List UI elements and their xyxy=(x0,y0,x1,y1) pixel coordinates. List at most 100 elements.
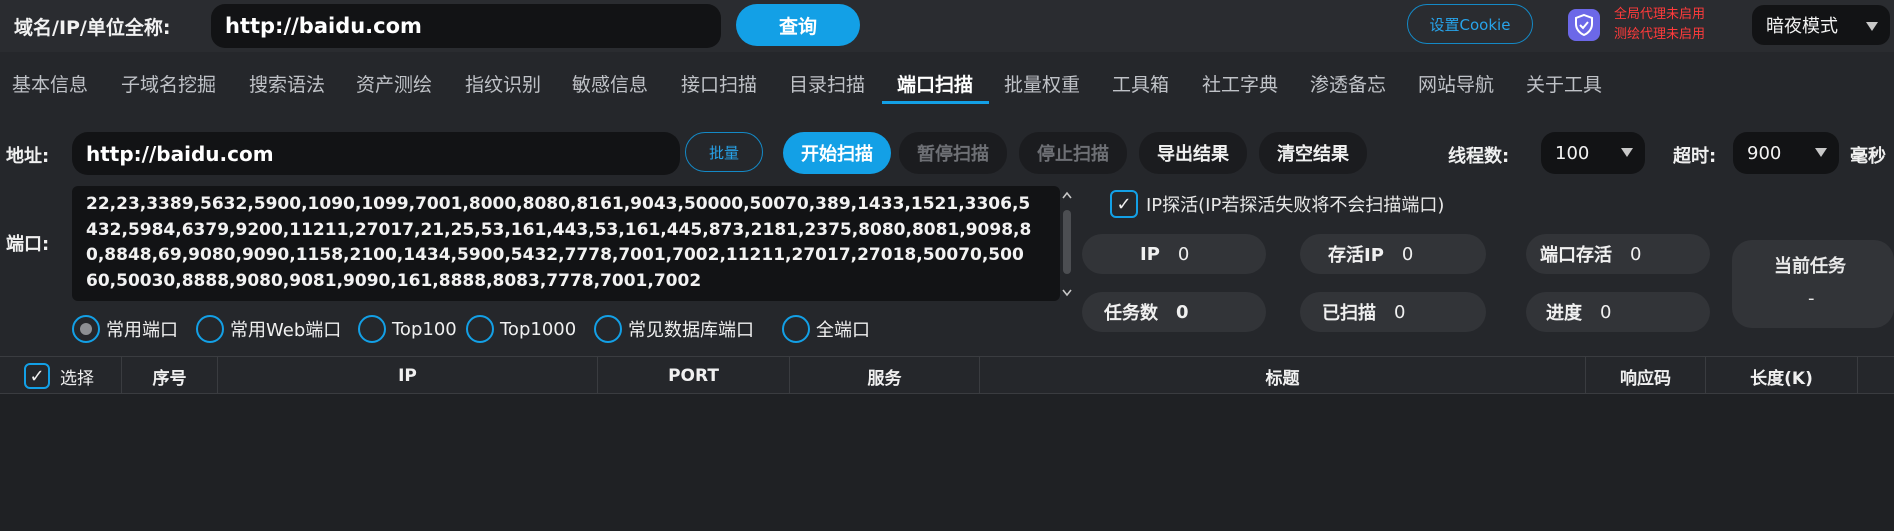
radio-label: 常用端口 xyxy=(106,320,178,341)
tab-subdomain[interactable]: 子域名挖掘 xyxy=(121,70,216,97)
tab-site-nav[interactable]: 网站导航 xyxy=(1418,70,1494,97)
pause-scan-button[interactable]: 暂停扫描 xyxy=(899,132,1007,174)
results-table-header: ✓ 选择 序号 IP PORT 服务 标题 响应码 长度(K) xyxy=(0,356,1894,395)
stat-scanned: 已扫描 0 xyxy=(1300,292,1486,332)
radio-all-ports[interactable]: 全端口 xyxy=(782,315,870,343)
stat-progress-value: 0 xyxy=(1600,301,1612,323)
tab-port-scan[interactable]: 端口扫描 xyxy=(897,70,973,97)
stat-alive-ip: 存活IP 0 xyxy=(1300,234,1486,274)
stat-port-alive: 端口存活 0 xyxy=(1526,234,1710,274)
radio-indicator xyxy=(72,315,100,343)
tab-sensitive-info[interactable]: 敏感信息 xyxy=(572,70,648,97)
threads-value: 100 xyxy=(1555,142,1590,164)
stat-tasks-value: 0 xyxy=(1176,301,1189,323)
stat-ip-value: 0 xyxy=(1177,243,1190,265)
radio-database-ports[interactable]: 常见数据库端口 xyxy=(594,315,754,343)
tab-bar: 基本信息 子域名挖掘 搜索语法 资产测绘 指纹识别 敏感信息 接口扫描 目录扫描… xyxy=(0,58,1894,104)
tab-social-dict[interactable]: 社工字典 xyxy=(1202,70,1278,97)
radio-indicator xyxy=(196,315,224,343)
radio-label: Top100 xyxy=(392,318,457,340)
stat-tasks-label: 任务数 xyxy=(1104,303,1158,324)
results-table-body xyxy=(0,394,1894,531)
ports-textarea[interactable]: 22,23,3389,5632,5900,1090,1099,7001,8000… xyxy=(72,186,1060,301)
stat-progress: 进度 0 xyxy=(1526,292,1710,332)
tab-toolbox[interactable]: 工具箱 xyxy=(1112,70,1169,97)
mapping-proxy-status: 测绘代理未启用 xyxy=(1614,27,1706,42)
current-task-value: - xyxy=(1808,288,1815,309)
tab-about[interactable]: 关于工具 xyxy=(1526,70,1602,97)
stat-alive-ip-label: 存活IP xyxy=(1328,245,1384,266)
chevron-down-icon xyxy=(1815,148,1827,157)
proxy-status: 全局代理未启用 测绘代理未启用 xyxy=(1614,5,1705,45)
radio-label: 全端口 xyxy=(816,320,870,341)
domain-input[interactable] xyxy=(211,4,721,48)
select-all-checkbox[interactable]: ✓ 选择 xyxy=(0,357,122,395)
col-index[interactable]: 序号 xyxy=(122,357,218,395)
radio-common-ports[interactable]: 常用端口 xyxy=(72,315,178,343)
tab-api-scan[interactable]: 接口扫描 xyxy=(681,70,757,97)
col-status[interactable]: 响应码 xyxy=(1586,357,1706,395)
col-title[interactable]: 标题 xyxy=(980,357,1586,395)
chevron-down-icon xyxy=(1621,148,1633,157)
radio-label: 常用Web端口 xyxy=(230,320,342,341)
address-label: 地址: xyxy=(6,146,50,167)
col-service[interactable]: 服务 xyxy=(790,357,980,395)
threads-select[interactable]: 100 xyxy=(1541,132,1645,174)
radio-indicator xyxy=(782,315,810,343)
stat-ip-label: IP xyxy=(1140,243,1160,265)
radio-top1000[interactable]: Top1000 xyxy=(466,315,576,343)
theme-mode-select[interactable]: 暗夜模式 xyxy=(1752,5,1890,45)
timeout-label: 超时: xyxy=(1673,146,1717,167)
set-cookie-button[interactable]: 设置Cookie xyxy=(1407,4,1533,44)
stat-port-alive-value: 0 xyxy=(1630,243,1642,265)
stat-scanned-label: 已扫描 xyxy=(1322,303,1376,324)
timeout-unit: 毫秒 xyxy=(1850,146,1886,167)
radio-top100[interactable]: Top100 xyxy=(358,315,457,343)
timeout-select[interactable]: 900 xyxy=(1733,132,1839,174)
stat-ip: IP 0 xyxy=(1082,234,1266,274)
domain-label: 域名/IP/单位全称: xyxy=(14,17,171,39)
shield-check-icon xyxy=(1575,14,1593,36)
chevron-down-icon xyxy=(1866,22,1878,31)
check-icon: ✓ xyxy=(1110,190,1138,218)
ip-probe-label: IP探活(IP若探活失败将不会扫描端口) xyxy=(1146,195,1445,216)
radio-label: Top1000 xyxy=(500,318,577,340)
start-scan-button[interactable]: 开始扫描 xyxy=(783,132,891,174)
ip-probe-checkbox[interactable]: ✓ IP探活(IP若探活失败将不会扫描端口) xyxy=(1110,190,1444,218)
current-task-label: 当前任务 xyxy=(1774,256,1846,277)
shield-icon[interactable] xyxy=(1568,9,1600,41)
threads-label: 线程数: xyxy=(1448,146,1510,167)
current-task-panel: 当前任务 - xyxy=(1732,240,1894,328)
tab-search-syntax[interactable]: 搜索语法 xyxy=(249,70,325,97)
radio-indicator xyxy=(358,315,386,343)
scrollbar-thumb[interactable] xyxy=(1063,210,1071,274)
export-results-button[interactable]: 导出结果 xyxy=(1139,132,1247,174)
tab-pentest-notes[interactable]: 渗透备忘 xyxy=(1310,70,1386,97)
col-ip[interactable]: IP xyxy=(218,357,598,395)
tab-basic-info[interactable]: 基本信息 xyxy=(12,70,88,97)
ports-label: 端口: xyxy=(6,234,50,255)
select-label: 选择 xyxy=(60,368,94,389)
active-tab-indicator xyxy=(882,101,989,104)
timeout-value: 900 xyxy=(1747,142,1782,164)
global-proxy-status: 全局代理未启用 xyxy=(1614,7,1706,22)
col-length[interactable]: 长度(K) xyxy=(1706,357,1858,395)
col-port[interactable]: PORT xyxy=(598,357,790,395)
stat-alive-ip-value: 0 xyxy=(1401,243,1414,265)
query-button[interactable]: 查询 xyxy=(736,4,860,46)
clear-results-button[interactable]: 清空结果 xyxy=(1259,132,1367,174)
radio-indicator xyxy=(466,315,494,343)
stat-tasks: 任务数 0 xyxy=(1082,292,1266,332)
stop-scan-button[interactable]: 停止扫描 xyxy=(1019,132,1127,174)
radio-indicator xyxy=(594,315,622,343)
stat-scanned-value: 0 xyxy=(1394,301,1406,323)
batch-button[interactable]: 批量 xyxy=(685,132,763,172)
address-input[interactable]: http://baidu.com xyxy=(72,132,680,175)
tab-asset-mapping[interactable]: 资产测绘 xyxy=(356,70,432,97)
stat-port-alive-label: 端口存活 xyxy=(1540,245,1612,266)
tab-fingerprint[interactable]: 指纹识别 xyxy=(465,70,541,97)
radio-common-web-ports[interactable]: 常用Web端口 xyxy=(196,315,341,343)
theme-mode-value: 暗夜模式 xyxy=(1766,16,1838,37)
tab-batch-weight[interactable]: 批量权重 xyxy=(1004,70,1080,97)
tab-dir-scan[interactable]: 目录扫描 xyxy=(789,70,865,97)
